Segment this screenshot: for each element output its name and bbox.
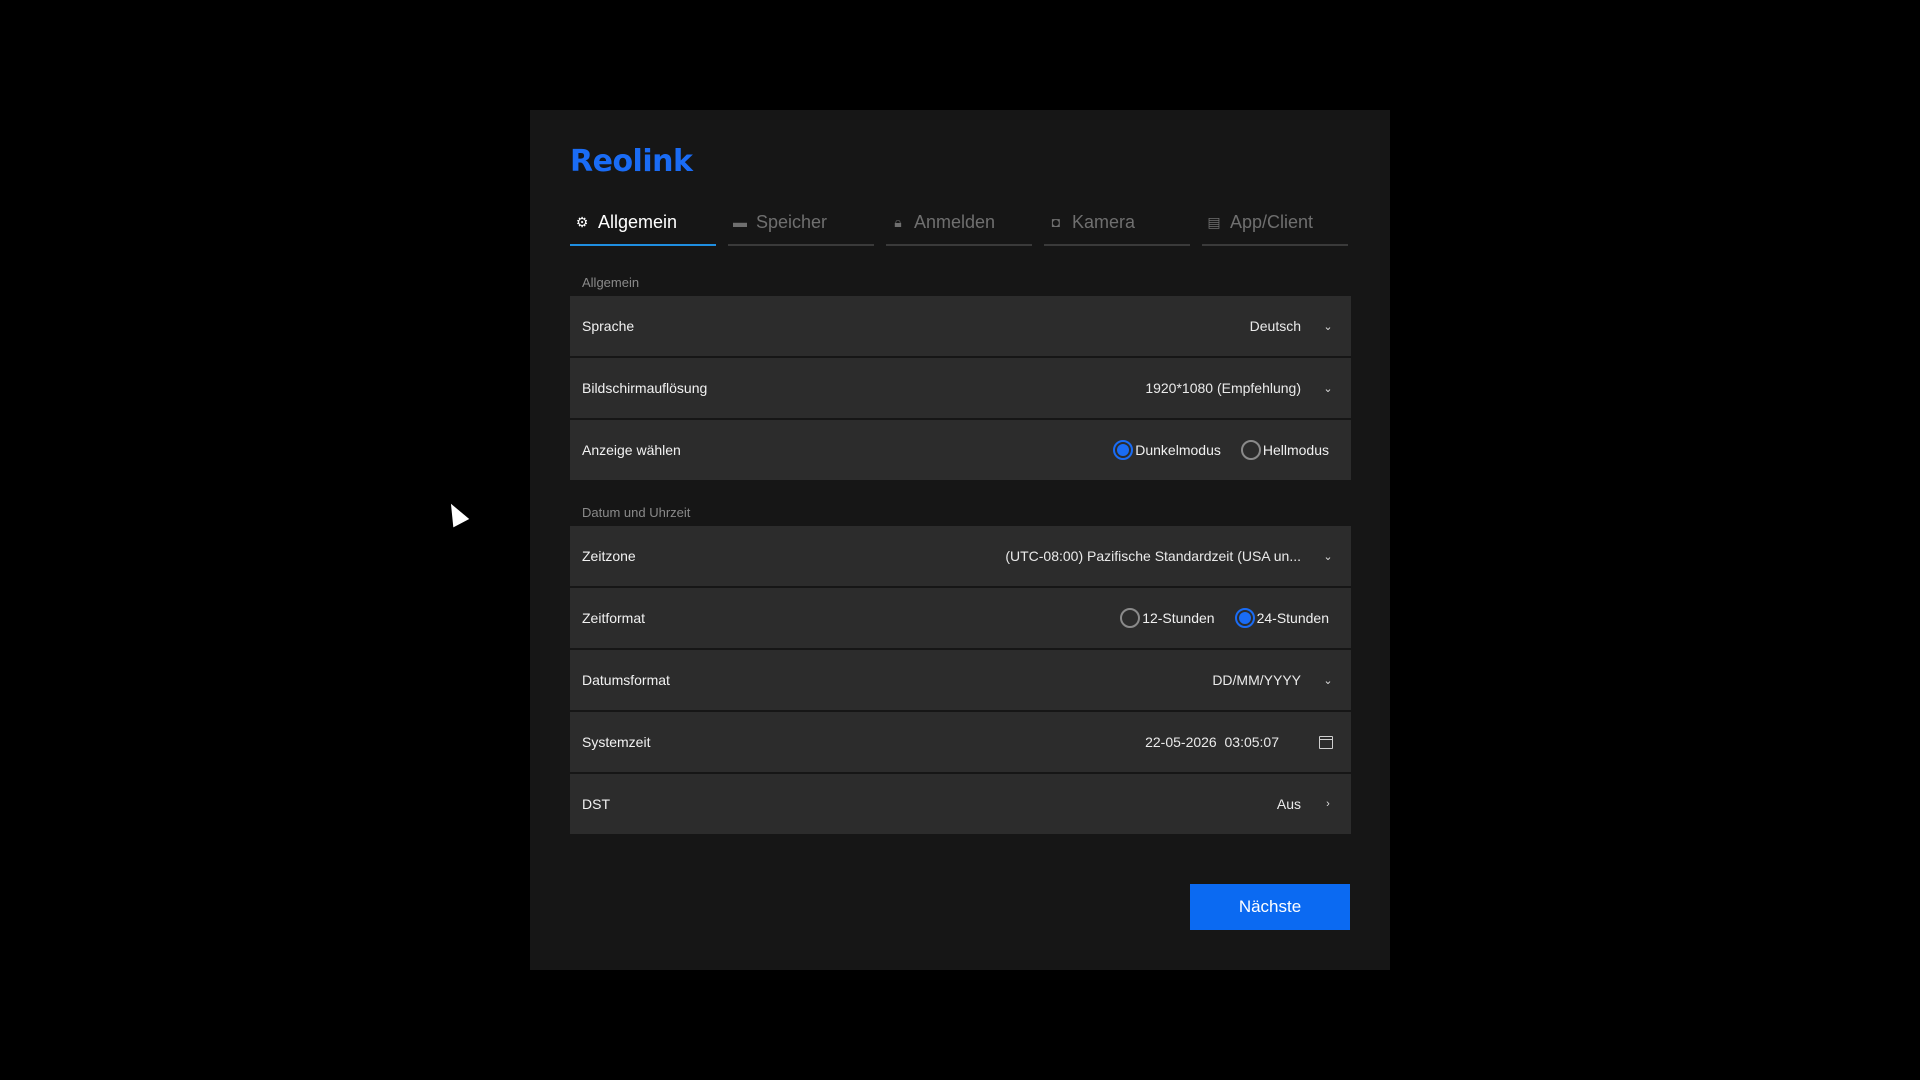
- tab-label: Allgemein: [598, 211, 678, 232]
- radio-unchecked-icon: [1120, 608, 1141, 628]
- dark-mode-radio[interactable]: Dunkelmodus: [1113, 440, 1221, 460]
- resolution-select[interactable]: 1920*1080 (Empfehlung) ⌄: [1145, 380, 1339, 396]
- 24h-label: 24-Stunden: [1256, 610, 1329, 626]
- date-format-value: DD/MM/YYYY: [1212, 672, 1301, 688]
- resolution-row[interactable]: Bildschirmauflösung 1920*1080 (Empfehlun…: [570, 358, 1351, 418]
- dark-mode-label: Dunkelmodus: [1135, 442, 1221, 458]
- section-label-allgemein: Allgemein: [582, 275, 640, 290]
- dst-value: Aus: [1276, 796, 1301, 812]
- display-mode-row: Anzeige wählen Dunkelmodus Hellmodus: [570, 420, 1351, 480]
- tab-speicher[interactable]: ▬ Speicher: [728, 200, 874, 246]
- reolink-logo: Reolink: [570, 144, 693, 179]
- chevron-down-icon: ⌄: [1323, 550, 1333, 563]
- section-label-datetime: Datum und Uhrzeit: [582, 505, 691, 520]
- chevron-down-icon: ⌄: [1323, 674, 1333, 687]
- resolution-label: Bildschirmauflösung: [582, 380, 708, 396]
- next-button[interactable]: Nächste: [1190, 884, 1350, 930]
- system-time-label: Systemzeit: [582, 734, 651, 750]
- radio-checked-icon: [1234, 608, 1255, 628]
- time-format-label: Zeitformat: [582, 610, 646, 626]
- language-select[interactable]: Deutsch ⌄: [1250, 318, 1339, 334]
- language-value: Deutsch: [1249, 318, 1301, 334]
- system-time-value: 22-05-2026 03:05:07: [1145, 734, 1279, 750]
- timezone-select[interactable]: (UTC-08:00) Pazifische Standardzeit (USA…: [1005, 548, 1339, 564]
- time-format-radio-group: 12-Stunden 24-Stunden: [1120, 608, 1329, 628]
- tab-label: App/Client: [1230, 211, 1314, 232]
- resolution-value: 1920*1080 (Empfehlung): [1145, 380, 1301, 396]
- chevron-down-icon: ⌄: [1323, 382, 1333, 395]
- radio-checked-icon: [1113, 440, 1134, 460]
- language-label: Sprache: [582, 318, 635, 334]
- 12h-radio[interactable]: 12-Stunden: [1120, 608, 1215, 628]
- light-mode-label: Hellmodus: [1262, 442, 1329, 458]
- display-mode-label: Anzeige wählen: [582, 442, 681, 458]
- date-format-label: Datumsformat: [582, 672, 670, 688]
- language-row[interactable]: Sprache Deutsch ⌄: [570, 296, 1351, 356]
- mouse-cursor-icon: [443, 499, 470, 528]
- timezone-row[interactable]: Zeitzone (UTC-08:00) Pazifische Standard…: [570, 526, 1351, 586]
- dst-row[interactable]: DST Aus ›: [570, 774, 1351, 834]
- dst-value-group[interactable]: Aus ›: [1277, 796, 1339, 812]
- lock-icon: 🔒︎: [894, 213, 902, 230]
- tab-label: Anmelden: [914, 211, 996, 232]
- tab-allgemein[interactable]: ⚙ Allgemein: [570, 200, 716, 246]
- tab-kamera[interactable]: ◘ Kamera: [1044, 200, 1190, 246]
- folder-icon: ▬: [733, 214, 747, 230]
- system-time-row[interactable]: Systemzeit 22-05-2026 03:05:07: [570, 712, 1351, 772]
- calendar-icon[interactable]: [1319, 735, 1333, 749]
- radio-unchecked-icon: [1240, 440, 1261, 460]
- time-format-row: Zeitformat 12-Stunden 24-Stunden: [570, 588, 1351, 648]
- light-mode-radio[interactable]: Hellmodus: [1240, 440, 1329, 460]
- tab-app-client[interactable]: ▤ App/Client: [1202, 200, 1348, 246]
- chevron-right-icon: ›: [1326, 798, 1330, 810]
- date-format-row[interactable]: Datumsformat DD/MM/YYYY ⌄: [570, 650, 1351, 710]
- 24h-radio[interactable]: 24-Stunden: [1234, 608, 1329, 628]
- wizard-tabs: ⚙ Allgemein ▬ Speicher 🔒︎ Anmelden ◘ Kam…: [570, 200, 1350, 248]
- dst-label: DST: [582, 796, 610, 812]
- tab-anmelden[interactable]: 🔒︎ Anmelden: [886, 200, 1032, 246]
- settings-content: Allgemein Sprache Deutsch ⌄ Bildschirmau…: [570, 270, 1351, 836]
- tab-label: Speicher: [756, 211, 828, 232]
- setup-wizard-panel: Reolink ⚙ Allgemein ▬ Speicher 🔒︎ Anmeld…: [530, 110, 1390, 970]
- 12h-label: 12-Stunden: [1142, 610, 1215, 626]
- devices-icon: ▤: [1207, 213, 1221, 230]
- date-format-select[interactable]: DD/MM/YYYY ⌄: [1212, 672, 1339, 688]
- display-mode-radio-group: Dunkelmodus Hellmodus: [1113, 440, 1329, 460]
- gear-icon: ⚙: [575, 213, 589, 230]
- chevron-down-icon: ⌄: [1323, 320, 1333, 333]
- system-time-picker[interactable]: 22-05-2026 03:05:07: [1145, 734, 1339, 750]
- camera-icon: ◘: [1051, 214, 1061, 230]
- timezone-label: Zeitzone: [582, 548, 636, 564]
- tab-label: Kamera: [1072, 211, 1136, 232]
- timezone-value: (UTC-08:00) Pazifische Standardzeit (USA…: [1005, 548, 1301, 564]
